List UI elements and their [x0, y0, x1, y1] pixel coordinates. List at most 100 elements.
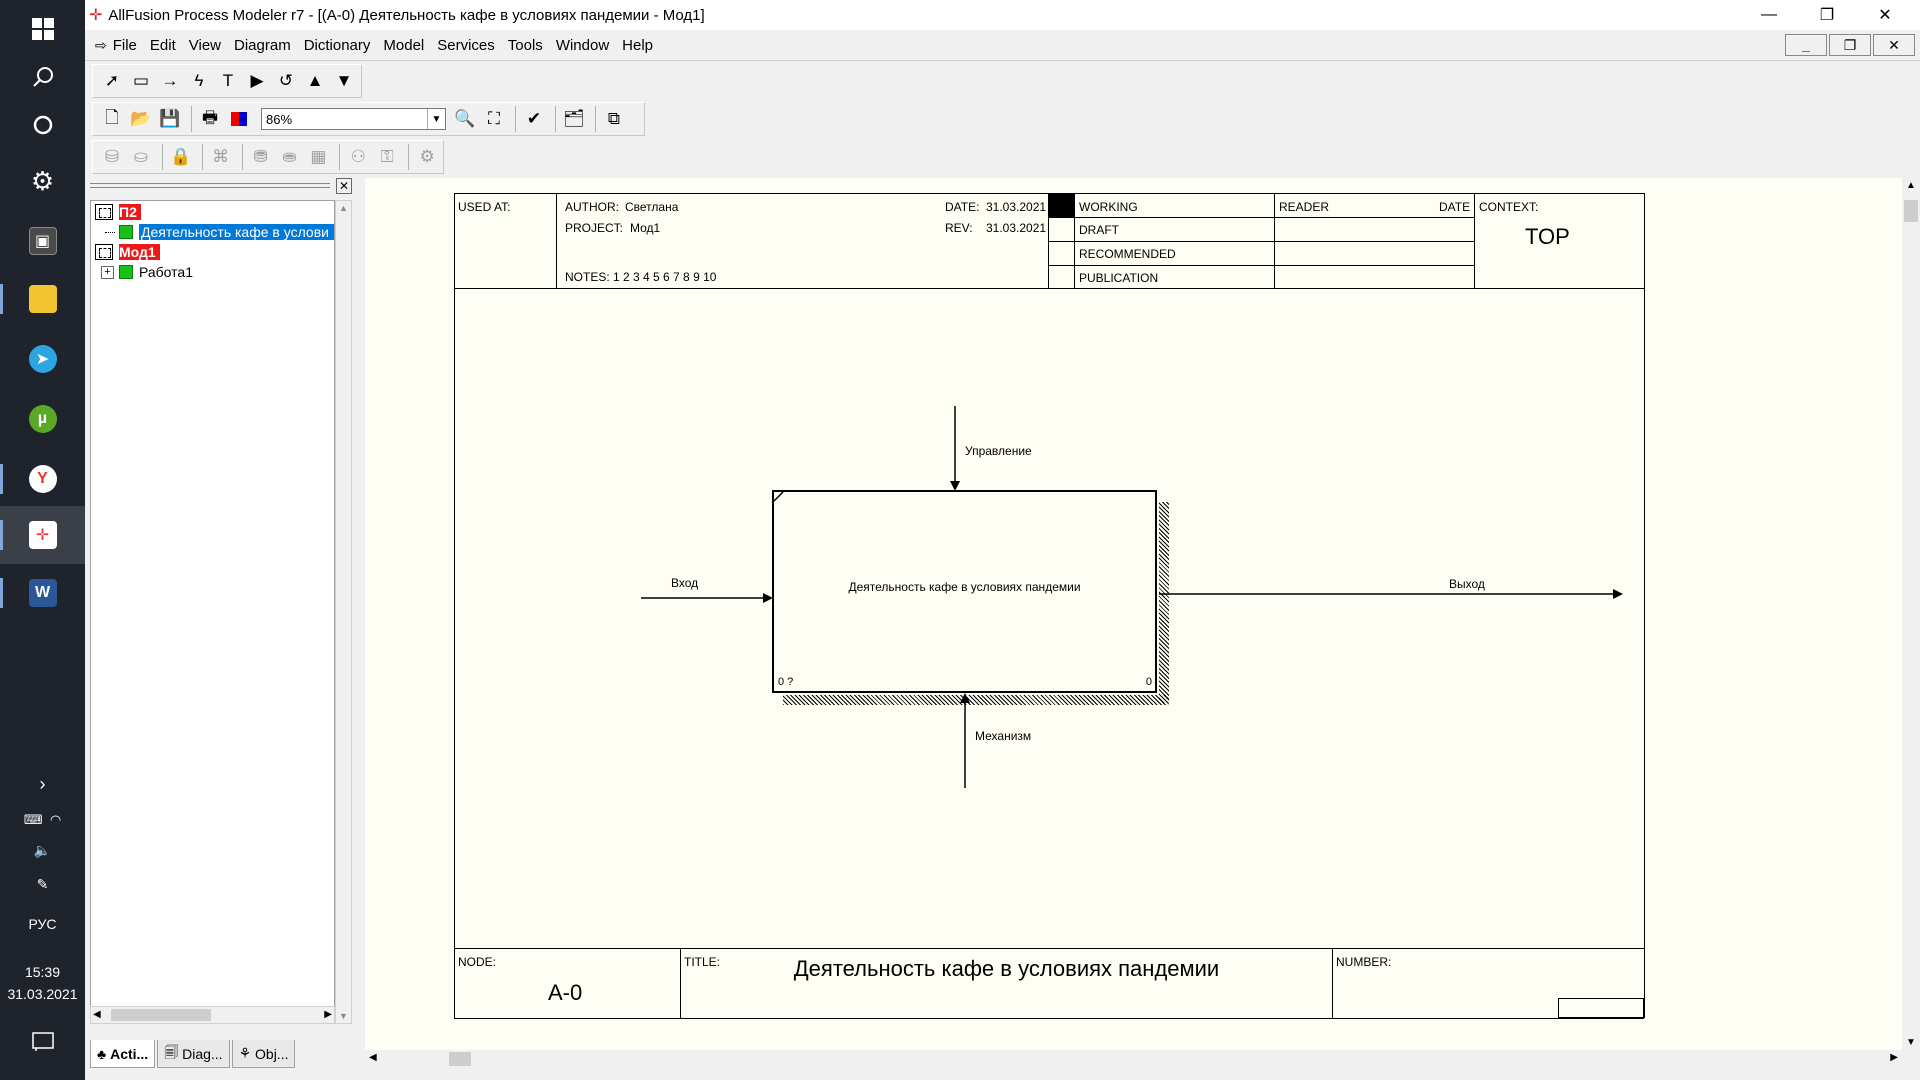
tree-node-work1[interactable]: + Работа1: [101, 263, 193, 281]
doc-menu-icon[interactable]: ⇨: [95, 37, 107, 54]
mart-users-icon[interactable]: ⚇: [345, 144, 371, 170]
canvas-horizontal-scrollbar[interactable]: ◀ ▶: [365, 1050, 1902, 1068]
menu-tools[interactable]: Tools: [508, 37, 543, 54]
scroll-left-icon[interactable]: ◀: [369, 1052, 377, 1063]
clock-time[interactable]: 15:39: [0, 964, 85, 980]
author-label: AUTHOR:: [565, 200, 619, 214]
mdi-close-button[interactable]: ✕: [1873, 34, 1915, 56]
notifications-button[interactable]: [0, 1020, 85, 1064]
mdi-minimize-button[interactable]: _: [1785, 34, 1827, 56]
tree-node-mod1[interactable]: Мод1: [95, 243, 160, 261]
mart-library-icon[interactable]: ▦: [305, 144, 331, 170]
tree-node-p2[interactable]: П2: [95, 203, 141, 221]
expand-icon[interactable]: +: [101, 265, 114, 279]
taskbar-app-media[interactable]: ▣: [0, 212, 85, 270]
text-tool-icon[interactable]: T: [215, 68, 241, 94]
explorer-horizontal-scrollbar[interactable]: ◀ ▶: [90, 1006, 335, 1024]
squiggle-tool-icon[interactable]: ϟ: [186, 68, 212, 94]
go-to-parent-icon[interactable]: ▲: [302, 68, 328, 94]
input-arrow-label[interactable]: Вход: [671, 576, 698, 590]
mdi-restore-button[interactable]: ❐: [1829, 34, 1871, 56]
output-arrow-label[interactable]: Выход: [1449, 577, 1485, 591]
go-to-child-icon[interactable]: ▼: [331, 68, 357, 94]
taskbar-app-explorer[interactable]: [0, 270, 85, 328]
menu-help[interactable]: Help: [622, 37, 653, 54]
tree-node-activity-selected[interactable]: Деятельность кафе в услови: [105, 223, 334, 241]
settings-button[interactable]: ⚙: [0, 152, 85, 210]
mart-session-icon[interactable]: ⌘: [208, 144, 234, 170]
menu-dictionary[interactable]: Dictionary: [304, 37, 371, 54]
open-icon[interactable]: 📂: [128, 106, 154, 132]
mechanism-arrow-label[interactable]: Механизм: [975, 729, 1031, 743]
go-to-sibling-icon[interactable]: ▶: [244, 68, 270, 94]
menu-view[interactable]: View: [189, 37, 221, 54]
pointer-tool-icon[interactable]: ➚: [99, 68, 125, 94]
allfusion-icon: ✛: [28, 521, 57, 549]
cortana-button[interactable]: [0, 96, 85, 154]
scroll-thumb[interactable]: [449, 1052, 471, 1066]
control-arrow-label[interactable]: Управление: [965, 444, 1032, 458]
menu-edit[interactable]: Edit: [150, 37, 176, 54]
canvas-vertical-scrollbar[interactable]: ▲ ▼: [1902, 178, 1920, 1050]
activity-box-tool-icon[interactable]: ▭: [128, 68, 154, 94]
zoom-icon[interactable]: 🔍: [452, 106, 478, 132]
clock-date[interactable]: 31.03.2021: [0, 986, 85, 1002]
arrow-tool-icon[interactable]: →: [157, 68, 183, 94]
pen-icon[interactable]: ✎: [0, 876, 85, 893]
menu-file[interactable]: File: [113, 37, 137, 54]
status-publication: PUBLICATION: [1079, 271, 1159, 285]
tray-icons[interactable]: ⌨ ◠: [0, 812, 85, 828]
activity-box[interactable]: Деятельность кафе в условиях пандемии 0 …: [772, 490, 1157, 693]
scroll-up-icon[interactable]: ▲: [1906, 180, 1916, 191]
scroll-down-icon[interactable]: ▼: [1906, 1037, 1916, 1048]
mart-security-icon[interactable]: ⚿: [374, 144, 400, 170]
activity-icon: [119, 225, 133, 239]
chevron-down-icon[interactable]: ▼: [427, 109, 445, 129]
diagram-title: Деятельность кафе в условиях пандемии: [793, 956, 1220, 981]
scroll-right-icon[interactable]: ▶: [1890, 1052, 1898, 1063]
menu-diagram[interactable]: Diagram: [234, 37, 291, 54]
project-label: PROJECT:: [565, 221, 624, 235]
lock-icon[interactable]: 🔒: [168, 144, 194, 170]
title-bar: ✛ AllFusion Process Modeler r7 - [(A-0) …: [85, 0, 1920, 30]
save-icon[interactable]: 💾: [157, 106, 183, 132]
mart-open-icon[interactable]: ⛃: [248, 144, 274, 170]
mart-disconnect-icon[interactable]: ⛀: [128, 144, 154, 170]
spellcheck-icon[interactable]: ✔: [521, 106, 547, 132]
menu-window[interactable]: Window: [556, 37, 609, 54]
tab-activities[interactable]: ♣ Acti...: [90, 1040, 156, 1068]
mart-save-icon[interactable]: ⛂: [277, 144, 303, 170]
mart-options-icon[interactable]: ⚙: [414, 144, 440, 170]
tab-diagrams[interactable]: 🗐 Diag...: [157, 1040, 230, 1068]
taskbar-app-telegram[interactable]: ➤: [0, 330, 85, 388]
scroll-thumb[interactable]: [1904, 200, 1918, 222]
language-indicator[interactable]: РУС: [0, 916, 85, 932]
menu-model[interactable]: Model: [383, 37, 424, 54]
diagram-canvas[interactable]: USED AT: AUTHOR: Светлана PROJECT: Мод1 …: [365, 178, 1917, 1050]
new-icon[interactable]: 🗋: [99, 106, 125, 132]
explorer-vertical-scrollbar[interactable]: ▲ ▼: [335, 200, 352, 1024]
volume-icon[interactable]: 🔈: [0, 842, 85, 859]
print-icon[interactable]: 🖶: [197, 106, 223, 132]
color-icon[interactable]: [226, 106, 252, 132]
menu-services[interactable]: Services: [437, 37, 495, 54]
explorer-close-button[interactable]: ✕: [336, 178, 352, 194]
mart-connect-icon[interactable]: ⛁: [99, 144, 125, 170]
keyboard-icon: ⌨: [23, 812, 43, 827]
taskbar-app-yandex[interactable]: Y: [0, 450, 85, 508]
minimize-button[interactable]: —: [1740, 0, 1798, 30]
undo-icon[interactable]: ↺: [273, 68, 299, 94]
fit-page-icon[interactable]: ⛶: [481, 106, 507, 132]
model-mart-icon[interactable]: ⧉: [601, 106, 627, 132]
tab-objects[interactable]: ⚘ Obj...: [231, 1040, 296, 1068]
taskbar-app-utorrent[interactable]: µ: [0, 390, 85, 448]
folder-icon: [28, 285, 57, 313]
close-button[interactable]: ✕: [1856, 0, 1914, 30]
scroll-thumb[interactable]: [111, 1009, 211, 1021]
zoom-select[interactable]: 86% ▼: [261, 108, 446, 130]
tray-expand[interactable]: ›: [0, 766, 85, 802]
taskbar-app-allfusion[interactable]: ✛: [0, 506, 85, 564]
model-explorer-icon[interactable]: 🗂: [561, 106, 587, 132]
taskbar-app-word[interactable]: W: [0, 564, 85, 622]
restore-button[interactable]: ❐: [1798, 0, 1856, 30]
